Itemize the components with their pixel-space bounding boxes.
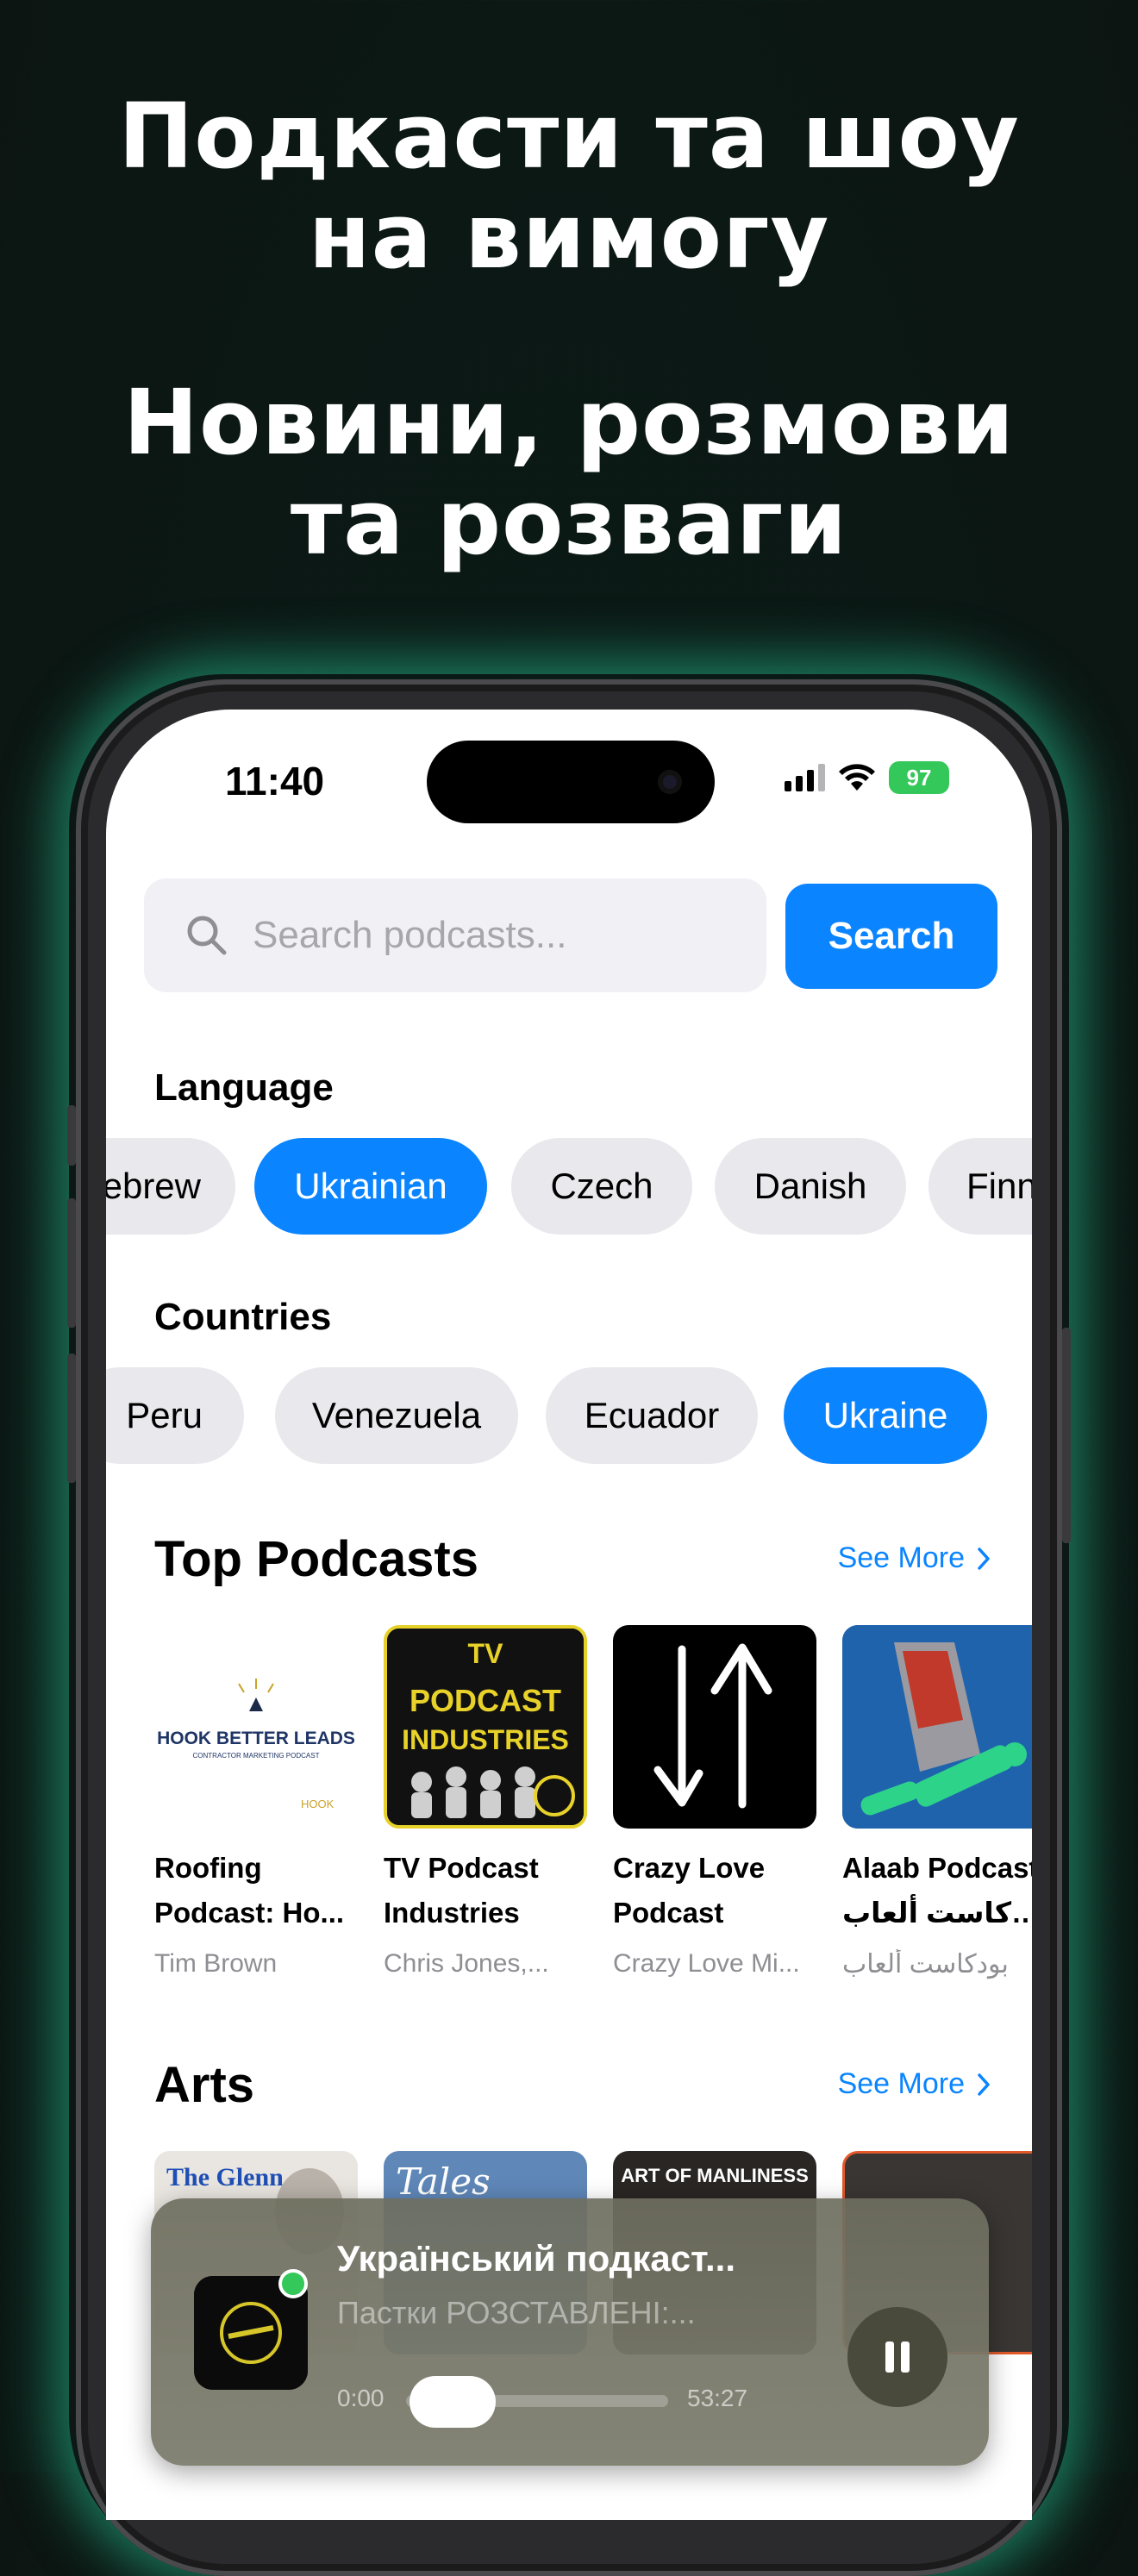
podcast-title-line-1: Crazy Love [613,1852,766,1884]
svg-text:Tales: Tales [396,2160,491,2203]
countries-label: Countries [154,1296,332,1338]
arts-title: Arts [154,2057,255,2113]
podcast-author: بودكاست ألعاب [842,1950,1009,1979]
now-playing-title: Український подкаст... [337,2238,735,2279]
podcast-card[interactable]: Alaab Podcast بودكاست ألعاب بودكاست ألعا… [842,1625,1032,1979]
search-button[interactable]: Search [785,884,997,989]
svg-text:CONTRACTOR MARKETING PODCAST: CONTRACTOR MARKETING PODCAST [193,1752,320,1760]
promo-line-1: Подкасти та шоу на вимогу [118,84,1020,289]
elapsed-time: 0:00 [337,2385,385,2411]
status-indicators: 97 [785,761,949,794]
podcast-title-line-1: Alaab Podcast [842,1852,1032,1884]
chip-language-czech[interactable]: Czech [511,1138,692,1235]
svg-text:ART OF MANLINESS: ART OF MANLINESS [621,2165,809,2186]
chip-language-ukrainian[interactable]: Ukrainian [254,1138,487,1235]
tv-podcast-industries-cover-art: TV PODCAST INDUSTRIES [387,1629,584,1825]
search-input[interactable] [251,913,737,958]
podcast-author: Crazy Love Mi... [613,1949,800,1978]
podcast-cover [842,1625,1032,1829]
podcast-title-line-2: بودكاست ألعاب [842,1897,1032,1929]
mini-player[interactable]: Український подкаст... Пастки РОЗСТАВЛЕН… [151,2198,989,2466]
mute-switch [67,1105,76,1166]
podcast-card[interactable]: TV PODCAST INDUSTRIES TV Podcast Industr… [384,1625,587,1979]
chip-country-ecuador[interactable]: Ecuador [546,1367,758,1464]
search-box[interactable] [144,878,766,992]
volume-up-button [67,1198,76,1328]
countries-chips: Peru Venezuela Ecuador Ukraine [106,1367,1032,1464]
chevron-right-icon [978,1547,990,1570]
front-camera-icon [658,770,682,794]
podcast-cover: HOOK BETTER LEADS CONTRACTOR MARKETING P… [154,1625,358,1829]
cellular-signal-icon [785,764,825,791]
pause-icon [885,2342,910,2373]
app-screen: 11:40 97 Search Language Hebrew Ukrainia… [106,710,1032,2520]
podcast-author: Chris Jones,... [384,1949,549,1978]
chip-language-hebrew[interactable]: Hebrew [106,1138,235,1235]
search-icon [187,916,227,955]
svg-text:INDUSTRIES: INDUSTRIES [402,1724,569,1755]
chevron-right-icon [978,2073,990,2096]
live-indicator [278,2269,308,2298]
volume-down-button [67,1354,76,1483]
battery-icon: 97 [889,761,949,794]
podcast-title-line-2: Industries [384,1897,520,1929]
svg-text:HOOK: HOOK [301,1798,335,1810]
power-button [1062,1328,1071,1543]
chip-country-peru[interactable]: Peru [106,1367,244,1464]
arrows-cover-art [653,1643,772,1809]
podcast-card[interactable]: Crazy Love Podcast Crazy Love Mi... [613,1625,816,1979]
total-time: 53:27 [687,2385,748,2411]
pause-button[interactable] [847,2307,947,2407]
podcast-title-line-2: Podcast: Ho... [154,1897,345,1929]
progress-thumb[interactable] [410,2376,496,2428]
top-podcasts-see-more[interactable]: See More [838,1541,991,1575]
svg-text:TV: TV [468,1638,504,1669]
game-cartridge-cover-art [842,1625,1032,1829]
svg-text:PODCAST: PODCAST [410,1683,561,1718]
podcast-title-line-1: TV Podcast [384,1852,539,1884]
wifi-icon [839,764,875,791]
podcast-cover [613,1625,816,1829]
svg-text:HOOK BETTER LEADS: HOOK BETTER LEADS [157,1729,355,1748]
chip-country-ukraine[interactable]: Ukraine [784,1367,987,1464]
chip-language-danish[interactable]: Danish [715,1138,906,1235]
promo-headline: Подкасти та шоу на вимогу Новини, розмов… [0,86,1138,572]
language-chips: Hebrew Ukrainian Czech Danish Finnish [106,1138,1032,1235]
podcast-card[interactable]: HOOK BETTER LEADS CONTRACTOR MARKETING P… [154,1625,358,1979]
chip-country-venezuela[interactable]: Venezuela [275,1367,518,1464]
podcast-author: Tim Brown [154,1949,278,1978]
arts-see-more[interactable]: See More [838,2067,991,2101]
language-label: Language [154,1066,334,1109]
promo-line-2: Новини, розмови та розваги [122,370,1016,575]
chip-language-finnish[interactable]: Finnish [929,1138,1032,1235]
podcast-title-line-1: Roofing [154,1852,262,1884]
svg-text:The Glenn: The Glenn [166,2163,284,2191]
podcast-title-line-2: Podcast [613,1897,724,1929]
hook-better-leads-cover-art: HOOK BETTER LEADS CONTRACTOR MARKETING P… [157,1679,355,1810]
now-playing-episode: Пастки РОЗСТАВЛЕНІ:... [337,2295,696,2330]
podcast-cover: TV PODCAST INDUSTRIES [384,1625,587,1829]
top-podcasts-title: Top Podcasts [154,1531,478,1587]
status-time: 11:40 [225,759,325,803]
